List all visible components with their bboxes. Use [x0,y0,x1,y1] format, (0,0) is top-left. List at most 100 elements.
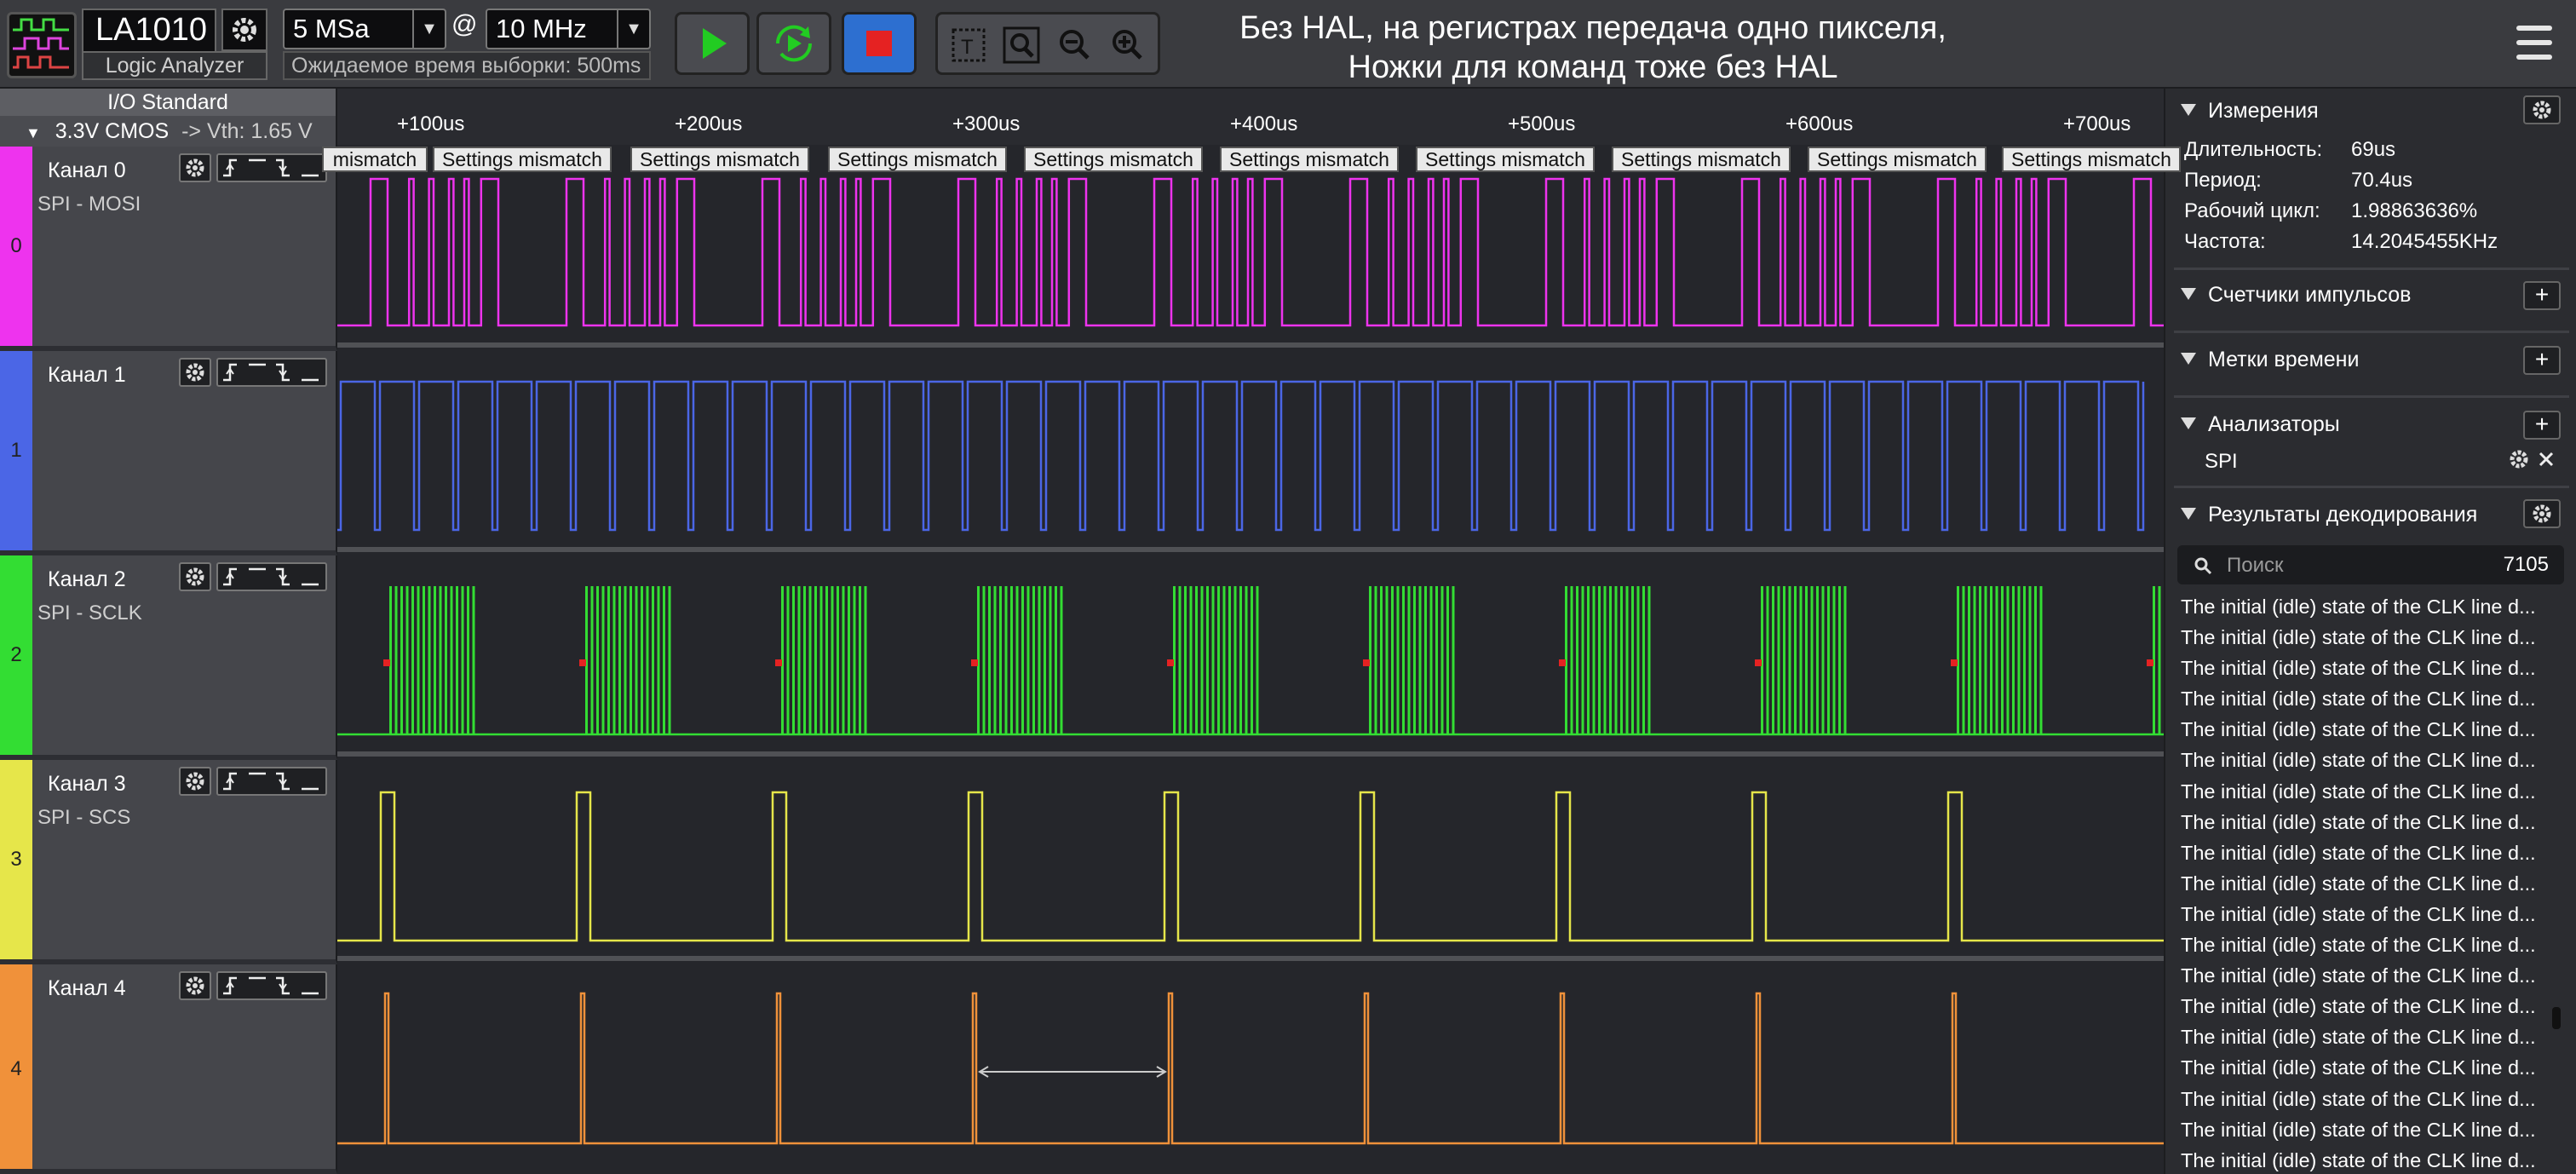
analyzers-header[interactable]: Анализаторы [2181,412,2340,437]
decoding-result-row[interactable]: The initial (idle) state of the CLK line… [2177,1021,2552,1052]
sample-rate-value: 5 MSa [293,14,370,43]
decoding-result-row[interactable]: The initial (idle) state of the CLK line… [2177,1084,2552,1114]
spi-annotation-label[interactable]: Settings mismatch [1220,147,1399,172]
decoding-result-row[interactable]: The initial (idle) state of the CLK line… [2177,1114,2552,1145]
channel-settings-button[interactable] [179,971,211,1000]
sclk-pulse [1788,586,1791,734]
decoding-result-row[interactable]: The initial (idle) state of the CLK line… [2177,1052,2552,1083]
decoding-results-header[interactable]: Результаты декодирования [2181,503,2477,527]
trigger-mode-buttons[interactable] [216,358,327,387]
spi-annotation-label[interactable]: Settings mismatch [433,147,612,172]
time-tick-label: +600us [1785,112,1854,135]
sclk-pulse [993,586,997,734]
decoding-result-row[interactable]: The initial (idle) state of the CLK line… [2177,653,2552,683]
decoding-result-row[interactable]: The initial (idle) state of the CLK line… [2177,807,2552,837]
search-input[interactable] [2225,550,2484,581]
remove-analyzer-button[interactable] [2533,446,2559,472]
channel-panel-0[interactable]: 0 Канал 0 SPI - MOSI [0,147,337,351]
pulse-counters-header[interactable]: Счетчики импульсов [2181,283,2411,308]
stop-button[interactable] [842,12,917,75]
spi-annotation-label[interactable]: Settings mismatch [1612,147,1791,172]
decoding-result-row[interactable]: The initial (idle) state of the CLK line… [2177,868,2552,899]
gear-icon [186,976,204,995]
trigger-mode-buttons[interactable] [216,562,327,591]
sclk-pulse [797,586,801,734]
decoding-result-row[interactable]: The initial (idle) state of the CLK line… [2177,899,2552,929]
spi-annotation-label[interactable]: Settings mismatch [1416,147,1595,172]
channel-panel-1[interactable]: 1 Канал 1 [0,351,337,555]
decoding-result-row[interactable]: The initial (idle) state of the CLK line… [2177,622,2552,653]
time-ruler[interactable]: +100us +200us +300us +400us +500us +600us +700… [337,89,2164,145]
io-standard-title: I/O Standard [0,89,336,116]
trigger-mode-buttons[interactable] [216,153,327,182]
decoding-result-row[interactable]: The initial (idle) state of the CLK line… [2177,591,2552,622]
app-name: LA1010 [82,9,216,51]
pulse-counters-title: Счетчики импульсов [2208,283,2412,307]
spi-annotation-label[interactable]: Settings mismatch [630,147,809,172]
text-cursor-button[interactable]: T [948,25,989,66]
trigger-mode-buttons[interactable] [216,971,327,1000]
add-timestamp-button[interactable]: + [2523,346,2561,375]
decoding-result-row[interactable]: The initial (idle) state of the CLK line… [2177,991,2552,1021]
spi-annotation-label[interactable]: Settings mismatch [1808,147,1987,172]
io-standard-select[interactable]: ▼ 3.3V CMOS -> Vth: 1.65 V [26,119,313,144]
search-button[interactable] [1001,25,1042,66]
frame-marker [1363,659,1370,666]
sclk-pulse [803,586,806,734]
add-analyzer-button[interactable]: + [2523,411,2561,440]
sclk-pulse [1195,586,1198,734]
sample-rate-select[interactable]: 5 MSa ▼ [283,9,446,49]
loop-capture-button[interactable] [756,12,831,75]
channel-name: Канал 2 [48,567,126,591]
channel-settings-button[interactable] [179,767,211,796]
measurements-settings-button[interactable] [2523,95,2561,124]
add-counter-button[interactable]: + [2523,281,2561,310]
decoding-result-row[interactable]: The initial (idle) state of the CLK line… [2177,837,2552,868]
channel-settings-button[interactable] [179,358,211,387]
spi-annotation-label[interactable]: Settings mismatch [828,147,1007,172]
results-scrollbar[interactable] [2552,1007,2561,1029]
channel-settings-button[interactable] [179,562,211,591]
sclk-pulse [2023,586,2026,734]
decoding-settings-button[interactable] [2523,499,2561,528]
spi-annotation-label[interactable]: Settings mismatch [2002,147,2181,172]
stop-icon [866,31,892,56]
timestamps-header[interactable]: Метки времени [2181,348,2359,372]
analyzer-settings-button[interactable] [2506,446,2532,472]
spi-annotation-label[interactable]: Settings mismatch [1024,147,1203,172]
start-button[interactable] [675,12,750,75]
decoding-results-list[interactable]: The initial (idle) state of the CLK line… [2177,591,2552,1174]
measurement-arrow[interactable] [978,1066,1167,1078]
frequency-select[interactable]: 10 MHz ▼ [486,9,651,49]
decoding-result-row[interactable]: The initial (idle) state of the CLK line… [2177,714,2552,745]
decoding-result-row[interactable]: The initial (idle) state of the CLK line… [2177,960,2552,991]
gear-icon [2533,101,2551,119]
channel-settings-button[interactable] [179,153,211,182]
zoom-out-button[interactable] [1054,25,1095,66]
channel-panel-3[interactable]: 3 Канал 3 SPI - SCS [0,760,337,964]
channel-controls [179,358,329,387]
sclk-pulse [1783,586,1785,734]
channel-panel-2[interactable]: 2 Канал 2 SPI - SCLK [0,555,337,760]
spi-annotation-label[interactable]: mismatch [322,147,428,172]
decoding-result-row[interactable]: The initial (idle) state of the CLK line… [2177,683,2552,714]
sclk-pulse [1570,586,1573,734]
measurements-header[interactable]: Измерения [2181,99,2319,124]
waveform-area[interactable] [337,145,2164,1174]
zoom-in-icon [1113,30,1142,60]
hamburger-menu-icon[interactable] [2513,19,2556,66]
zoom-in-button[interactable] [1107,25,1147,66]
device-settings-button[interactable] [221,9,267,51]
channel-separator [337,547,2164,552]
trigger-edge-icons [223,976,319,995]
decoding-result-row[interactable]: The initial (idle) state of the CLK line… [2177,1145,2552,1174]
trigger-mode-buttons[interactable] [216,767,327,796]
plus-icon: + [2534,346,2550,372]
channel-panel-4[interactable]: 4 Канал 4 [0,964,337,1174]
channel-name: Канал 4 [48,976,126,1000]
decoding-result-row[interactable]: The initial (idle) state of the CLK line… [2177,776,2552,807]
decoding-result-row[interactable]: The initial (idle) state of the CLK line… [2177,745,2552,775]
decoding-result-row[interactable]: The initial (idle) state of the CLK line… [2177,929,2552,960]
sclk-pulse [439,586,442,734]
analyzer-item-spi[interactable]: SPI [2205,450,2238,474]
